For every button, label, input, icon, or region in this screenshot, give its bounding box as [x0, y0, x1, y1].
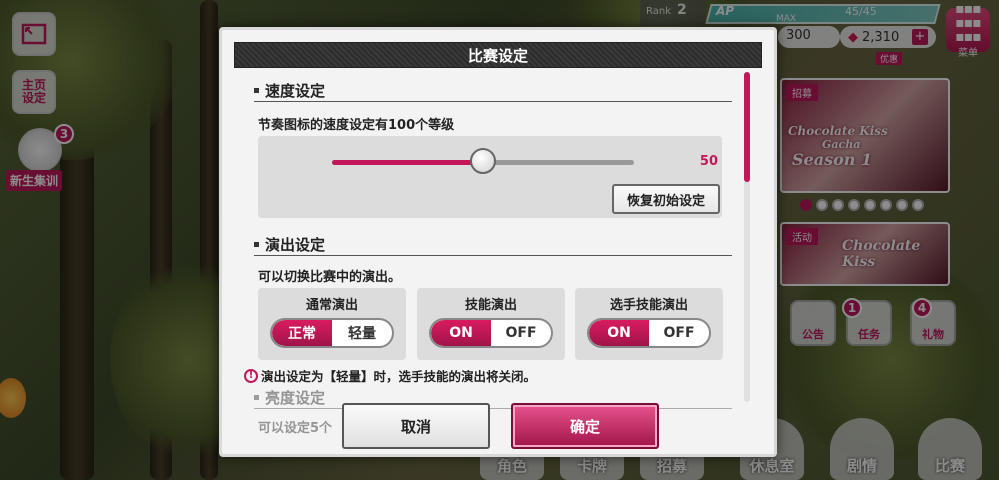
performance-heading-text: 演出设定 [265, 236, 326, 254]
performance-heading: 演出设定 [254, 234, 325, 255]
speed-slider-fill [332, 160, 483, 165]
player-skill-on-option[interactable]: ON [589, 320, 649, 346]
player-skill-performance-card: 选手技能演出 ON OFF [575, 288, 723, 360]
speed-slider-thumb[interactable] [470, 148, 496, 174]
speed-panel: 50 恢复初始设定 [258, 136, 722, 218]
performance-description: 可以切换比赛中的演出。 [258, 270, 402, 285]
skill-performance-title: 技能演出 [464, 298, 517, 313]
normal-performance-toggle[interactable]: 正常 轻量 [270, 318, 394, 348]
scrollbar-thumb[interactable] [744, 72, 750, 182]
speed-description: 节奏图标的速度设定有100个等级 [258, 118, 455, 133]
normal-option[interactable]: 正常 [272, 320, 332, 346]
skill-performance-card: 技能演出 ON OFF [417, 288, 565, 360]
brightness-description: 可以设定5个 [258, 421, 333, 434]
brightness-heading-text: 亮度设定 [265, 389, 326, 407]
dialog-title: 比赛设定 [234, 42, 762, 68]
speed-heading: 速度设定 [254, 80, 325, 101]
player-skill-performance-toggle[interactable]: ON OFF [587, 318, 711, 348]
skill-on-option[interactable]: ON [431, 320, 491, 346]
player-skill-performance-title: 选手技能演出 [609, 298, 688, 313]
speed-divider [254, 101, 732, 102]
confirm-button[interactable]: 确定 [511, 403, 659, 449]
match-settings-dialog: 比赛设定 速度设定 节奏图标的速度设定有100个等级 50 恢复初始设定 演出设… [219, 27, 777, 457]
skill-off-option[interactable]: OFF [491, 320, 551, 346]
settings-scroll-area[interactable]: 速度设定 节奏图标的速度设定有100个等级 50 恢复初始设定 演出设定 可以切… [234, 74, 752, 434]
normal-performance-title: 通常演出 [305, 298, 358, 313]
player-skill-off-option[interactable]: OFF [649, 320, 709, 346]
skill-performance-toggle[interactable]: ON OFF [429, 318, 553, 348]
normal-performance-card: 通常演出 正常 轻量 [258, 288, 406, 360]
warning-text: 演出设定为【轻量】时，选手技能的演出将关闭。 [261, 369, 537, 384]
brightness-divider [254, 408, 732, 409]
cancel-button[interactable]: 取消 [342, 403, 490, 449]
brightness-heading: 亮度设定 [254, 387, 325, 408]
speed-value: 50 [699, 154, 718, 169]
light-option[interactable]: 轻量 [332, 320, 392, 346]
performance-warning: ! 演出设定为【轻量】时，选手技能的演出将关闭。 [244, 366, 536, 385]
warning-icon: ! [244, 368, 258, 383]
performance-divider [254, 255, 732, 256]
reset-default-button[interactable]: 恢复初始设定 [612, 184, 720, 214]
speed-heading-text: 速度设定 [265, 82, 326, 100]
